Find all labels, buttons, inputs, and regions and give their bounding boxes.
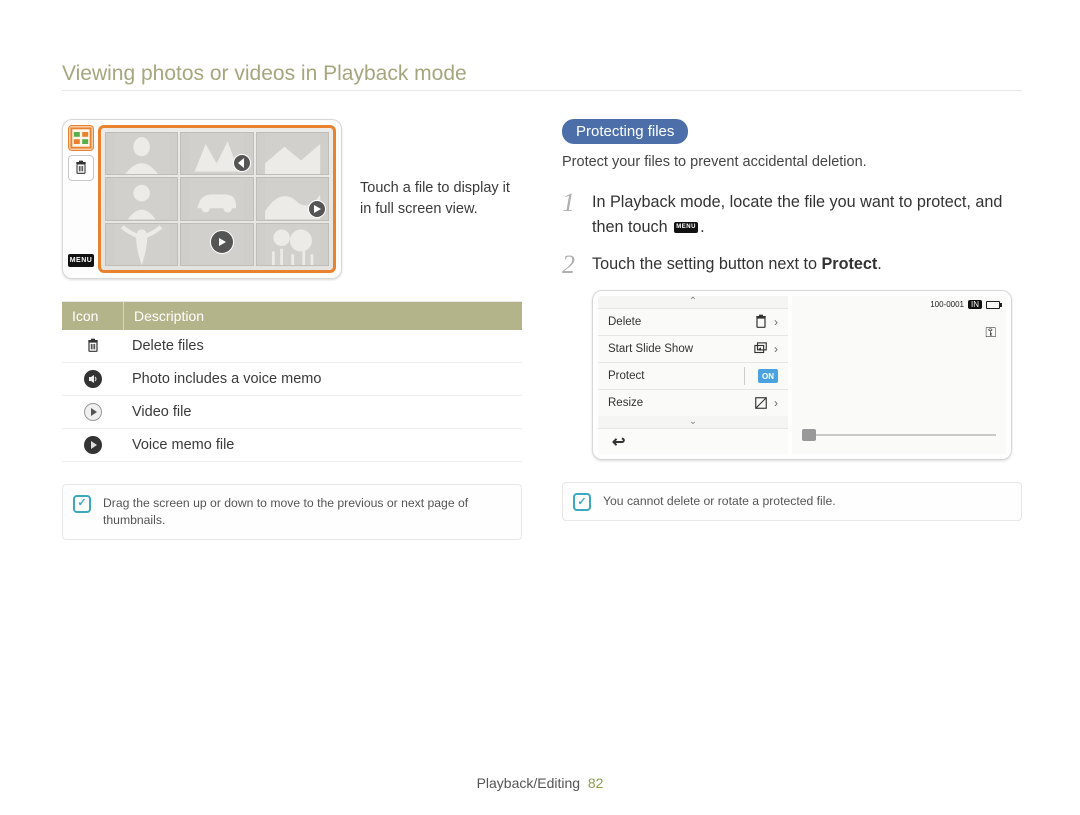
note-text: You cannot delete or rotate a protected … [603, 494, 836, 508]
menu-item-protect: Protect ON [598, 362, 788, 389]
voice-memo-overlay-icon [233, 154, 251, 172]
menu-label: Resize [608, 397, 643, 409]
step-text-post: . [877, 255, 882, 273]
note-icon: ✓ [73, 495, 91, 513]
lock-icon: ⚿ [985, 324, 996, 341]
table-header: Icon Description [62, 302, 522, 330]
note-icon: ✓ [573, 493, 591, 511]
cell-desc: Delete files [124, 332, 522, 360]
table-row: Voice memo file [62, 429, 522, 462]
storage-badge: IN [968, 300, 982, 309]
menu-panel: ⌃ Delete › Start Slide Show › Protect ON… [598, 296, 788, 454]
voice-memo-file-icon [83, 435, 103, 455]
footer-section: Playback/Editing [477, 775, 581, 791]
trash-icon [83, 336, 103, 356]
step-text-post: . [700, 218, 705, 236]
slideshow-icon [754, 342, 768, 356]
footer-page-number: 82 [588, 775, 604, 791]
menu-button: MENU [68, 247, 94, 273]
thumbnail-caption: Touch a file to display it in full scree… [360, 178, 520, 220]
thumb [180, 223, 253, 266]
scroll-slider [802, 434, 996, 436]
protect-menu-screenshot: ⌃ Delete › Start Slide Show › Protect ON… [592, 290, 1012, 460]
note-box: ✓ Drag the screen up or down to move to … [62, 484, 522, 540]
trash-icon [68, 155, 94, 181]
menu-chip: MENU [68, 254, 94, 267]
menu-label: Delete [608, 316, 641, 328]
step-1: 1 In Playback mode, locate the file you … [562, 190, 1022, 240]
thumb [180, 132, 253, 175]
chevron-right-icon: › [774, 396, 778, 410]
table-row: Delete files [62, 330, 522, 363]
back-arrow-icon: ↩ [612, 432, 625, 452]
thumb [180, 177, 253, 220]
menu-item-slideshow: Start Slide Show › [598, 335, 788, 362]
thumbnail-grid-screenshot: MENU [62, 119, 342, 279]
thumb [256, 132, 329, 175]
icon-description-table: Icon Description Delete files Photo incl… [62, 301, 522, 462]
back-bar: ↩ [598, 428, 788, 454]
voice-memo-icon [83, 369, 103, 389]
chevron-up-icon: ⌃ [598, 296, 788, 308]
step-2: 2 Touch the setting button next to Prote… [562, 252, 1022, 278]
thumb [105, 177, 178, 220]
note-text: Drag the screen up or down to move to th… [103, 496, 468, 527]
menu-label: Start Slide Show [608, 343, 693, 355]
thumb [105, 223, 178, 266]
thumb [256, 177, 329, 220]
column-left: MENU [62, 119, 522, 540]
note-box: ✓ You cannot delete or rotate a protecte… [562, 482, 1022, 521]
video-overlay-icon [308, 200, 326, 218]
cell-desc: Photo includes a voice memo [124, 365, 522, 393]
video-file-icon [83, 402, 103, 422]
resize-icon [754, 396, 768, 410]
page-title: Viewing photos or videos in Playback mod… [62, 62, 1022, 91]
th-icon: Icon [62, 302, 124, 330]
step-number: 2 [562, 252, 580, 278]
table-row: Photo includes a voice memo [62, 363, 522, 396]
on-badge: ON [758, 369, 778, 383]
trash-icon [754, 315, 768, 329]
step-text-pre: In Playback mode, locate the file you wa… [592, 193, 1002, 236]
menu-item-resize: Resize › [598, 389, 788, 416]
section-intro: Protect your files to prevent accidental… [562, 154, 1022, 170]
cell-desc: Video file [124, 398, 522, 426]
page-footer: Playback/Editing 82 [0, 775, 1080, 791]
chevron-down-icon: ⌄ [598, 416, 788, 428]
thumb [105, 132, 178, 175]
menu-label: Protect [608, 370, 644, 382]
step-number: 1 [562, 190, 580, 240]
video-overlay-icon [210, 230, 234, 254]
cell-desc: Voice memo file [124, 431, 522, 459]
column-right: Protecting files Protect your files to p… [562, 119, 1022, 540]
menu-item-delete: Delete › [598, 308, 788, 335]
th-desc: Description [124, 302, 522, 330]
chevron-right-icon: › [774, 315, 778, 329]
thumb [256, 223, 329, 266]
section-pill: Protecting files [562, 119, 688, 144]
step-text-pre: Touch the setting button next to [592, 255, 821, 273]
chevron-right-icon: › [774, 342, 778, 356]
grid-view-icon [68, 125, 94, 151]
table-row: Video file [62, 396, 522, 429]
step-text-bold: Protect [821, 255, 877, 273]
file-id: 100-0001 [930, 300, 964, 309]
thumbnail-grid [98, 125, 336, 273]
menu-chip-inline: MENU [674, 222, 698, 233]
preview-panel: 100-0001 IN ⚿ [792, 296, 1006, 454]
battery-icon [986, 301, 1000, 309]
